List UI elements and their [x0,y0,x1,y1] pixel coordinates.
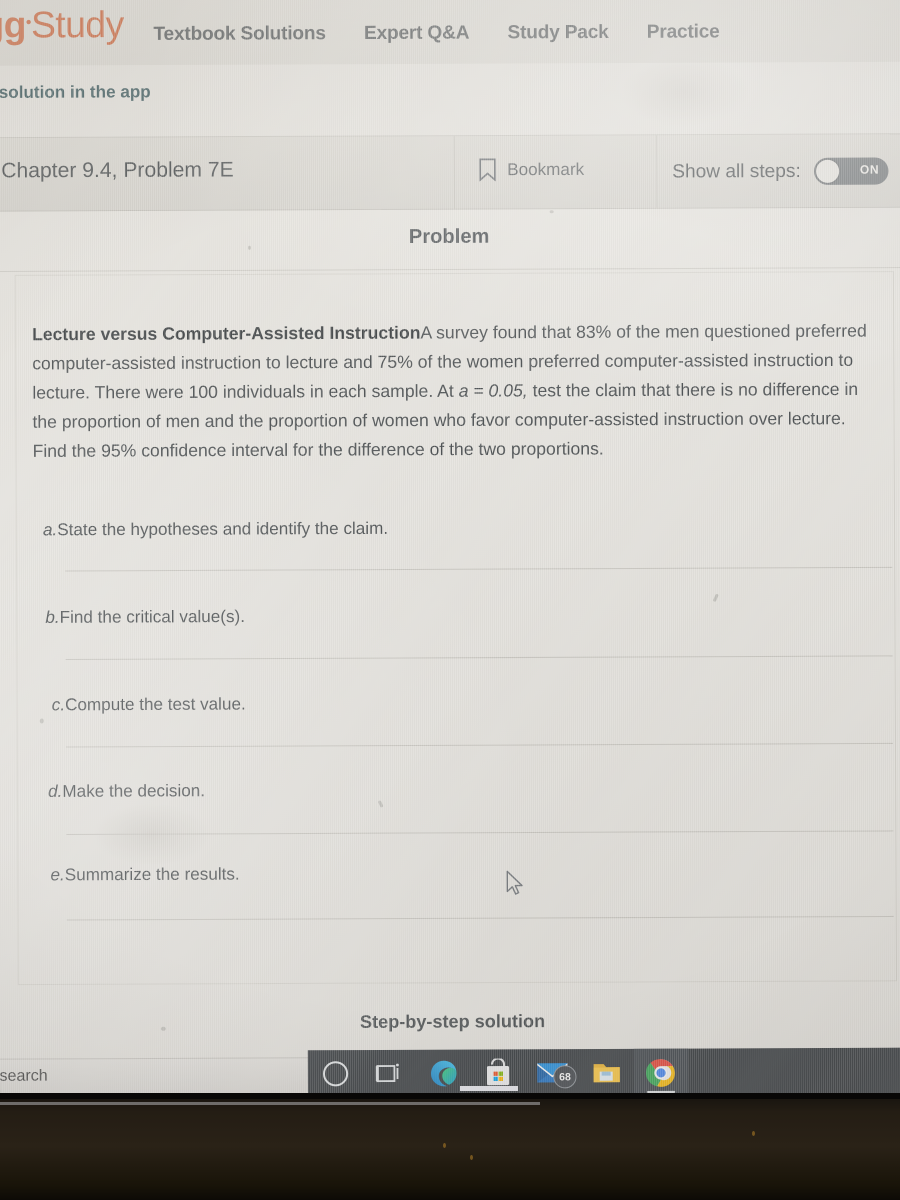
step-by-step-solution-heading: Step-by-step solution [359,1011,546,1032]
header-divider-left [453,136,456,209]
toggle-knob [815,159,840,183]
mouse-cursor [506,870,523,895]
part-separator-3 [66,742,893,748]
show-all-steps-label: Show all steps: [672,160,801,183]
laptop-screen: gg•Study Textbook Solutions Expert Q&A S… [0,0,900,1099]
nav-item-practice[interactable]: Practice [647,21,720,43]
google-chrome-icon [645,1058,675,1087]
dust-speck-5 [160,1026,166,1031]
cortana-icon [322,1061,348,1087]
problem-part-c: c.Compute the test value. [52,692,887,716]
chegg-study-logo[interactable]: gg•Study [0,4,124,47]
bezel-speck-1 [443,1143,446,1148]
taskbar-item-file-explorer[interactable] [579,1049,634,1097]
part-d-text: Make the decision. [62,781,206,801]
windows-taskbar: 68 [307,1047,900,1098]
app-promo-text: is solution in the app [0,82,151,102]
file-explorer-icon [593,1063,620,1082]
show-all-steps-toggle[interactable]: ON [813,157,889,185]
part-d-letter: d. [48,781,63,801]
logo-brand: gg [0,4,26,46]
part-e-letter: e. [50,865,65,885]
part-separator-2 [65,655,893,660]
task-view-icon [375,1063,399,1082]
screen-smudge-2 [619,56,751,128]
taskbar-item-cortana[interactable] [308,1050,363,1098]
problem-part-a: a.State the hypotheses and identify the … [43,517,878,541]
problem-statement: Lecture versus Computer-Assisted Instruc… [32,316,883,466]
part-b-text: Find the critical value(s). [59,606,246,627]
bookmark-button[interactable]: Bookmark [479,158,584,182]
dust-speck-6 [549,210,554,214]
problem-title: Lecture versus Computer-Assisted Instruc… [32,322,421,345]
bezel-speck-2 [470,1155,473,1160]
chapter-problem-title: Chapter 9.4, Problem 7E [1,158,234,183]
nav-item-study-pack[interactable]: Study Pack [507,22,608,45]
solution-header-bar: Chapter 9.4, Problem 7E Bookmark Show al… [0,133,900,212]
part-separator-5 [66,915,894,921]
logo-word: Study [30,3,124,46]
nav-links: Textbook Solutions Expert Q&A Study Pack… [153,21,719,46]
problem-section-heading: Problem [408,225,490,249]
bookmark-icon [479,158,496,182]
problem-alpha: a = 0.05, [458,380,528,401]
part-a-text: State the hypotheses and identify the cl… [57,518,389,540]
bezel-highlight [0,1102,540,1105]
part-b-letter: b. [45,607,60,627]
site-top-navigation: gg•Study Textbook Solutions Expert Q&A S… [0,0,900,102]
microsoft-store-icon [486,1058,510,1086]
bookmark-label: Bookmark [507,159,585,179]
part-a-letter: a. [42,520,58,540]
nav-item-textbook-solutions[interactable]: Textbook Solutions [153,23,325,46]
problem-part-b: b.Find the critical value(s). [45,604,880,628]
bezel-tab [460,1086,518,1091]
taskbar-item-task-view[interactable] [362,1050,417,1098]
show-all-steps-control: Show all steps: ON [672,157,889,185]
toggle-state-label: ON [859,162,880,177]
dust-speck-1 [247,245,251,250]
part-c-text: Compute the test value. [65,694,246,715]
problem-part-d: d.Make the decision. [48,778,883,802]
laptop-bezel [0,1086,900,1200]
part-separator-1 [65,566,893,572]
taskbar-item-google-chrome[interactable] [633,1048,689,1097]
microsoft-edge-icon [431,1060,457,1086]
part-c-letter: c. [51,695,66,715]
bezel-top-edge [0,1093,900,1099]
header-divider-right [655,135,658,208]
mail-unread-badge: 68 [553,1065,577,1089]
problem-part-e: e.Summarize the results. [50,862,885,886]
windows-search-placeholder: o search [0,1067,48,1085]
bezel-speck-3 [752,1131,755,1136]
taskbar-item-mail[interactable]: 68 [525,1049,580,1097]
screen-smudge-1 [91,803,213,867]
problem-card: Lecture versus Computer-Assisted Instruc… [14,271,898,986]
part-e-text: Summarize the results. [64,864,240,885]
nav-item-expert-qa[interactable]: Expert Q&A [364,22,469,45]
dust-speck-3 [39,718,44,724]
